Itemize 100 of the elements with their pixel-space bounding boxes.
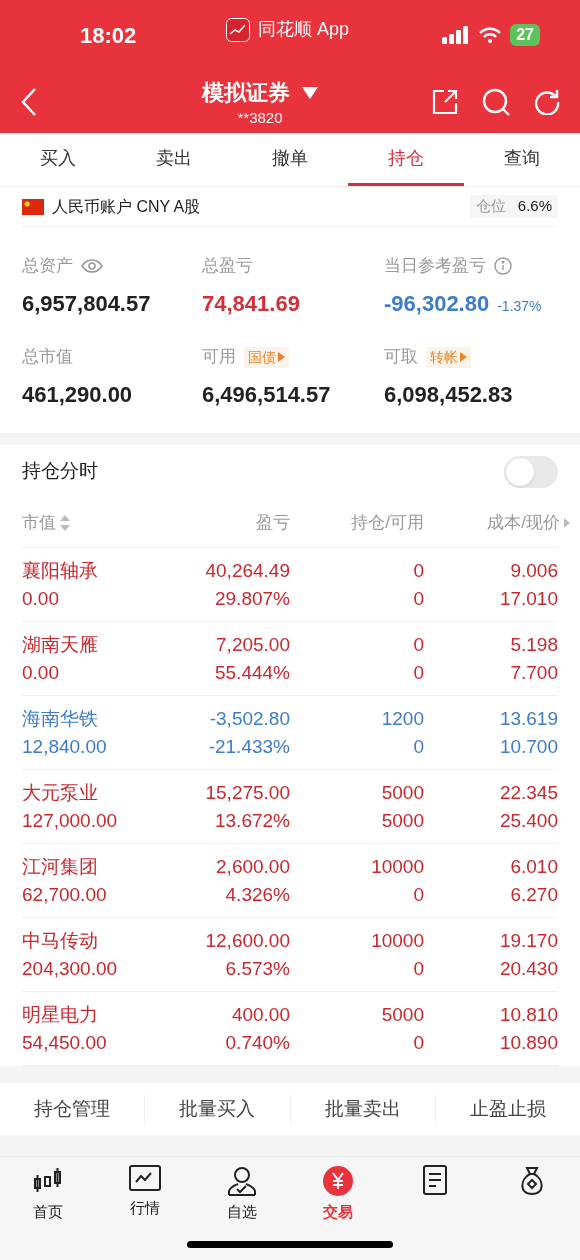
table-cell-text: 明星电力 bbox=[22, 1002, 99, 1027]
change-percent: -1.37% bbox=[497, 297, 542, 316]
summary-label: 当日参考盈亏 bbox=[384, 255, 486, 278]
toggle-switch[interactable] bbox=[504, 455, 558, 488]
summary-value: 6,957,804.57 bbox=[22, 290, 151, 318]
summary-label: 总盈亏 bbox=[202, 255, 253, 278]
table-cell-text: 1200 bbox=[380, 706, 424, 731]
table-cell-text: 6.270 bbox=[509, 882, 558, 907]
table-cell-text: 江河集团 bbox=[22, 854, 99, 879]
tab[interactable]: 买入 bbox=[0, 133, 116, 186]
tab[interactable]: 查询 bbox=[464, 133, 580, 186]
document-icon bbox=[421, 1165, 449, 1197]
table-cell-text: 湖南天雁 bbox=[22, 632, 99, 657]
table-cell-text: 10.810 bbox=[498, 1002, 558, 1027]
account-type: 人民币账户 CNY A股 bbox=[52, 196, 201, 217]
table-cell-text: 10000 bbox=[370, 854, 424, 879]
position-badge: 仓位 6.6% bbox=[469, 195, 558, 218]
summary-value: 74,841.69 bbox=[202, 290, 300, 318]
table-cell-text: 17.010 bbox=[498, 586, 558, 611]
account-number: **3820 bbox=[237, 109, 283, 127]
summary-label: 可用 bbox=[202, 346, 236, 369]
table-cell-text: 0 bbox=[412, 734, 424, 759]
table-cell-text: 0 bbox=[412, 586, 424, 611]
table-cell-text: 10.700 bbox=[498, 734, 558, 759]
nav-tab[interactable]: 自选 bbox=[193, 1165, 290, 1227]
nav-tab[interactable]: 交易 bbox=[290, 1165, 387, 1227]
caret-right-icon bbox=[278, 352, 285, 362]
table-cell-text: 13.672% bbox=[214, 808, 290, 833]
table-cell-text: 0 bbox=[412, 956, 424, 981]
summary-value: 6,496,514.57 bbox=[202, 381, 331, 409]
table-cell-text: 7.700 bbox=[509, 660, 558, 685]
line-chart-icon bbox=[129, 1165, 161, 1193]
tab[interactable]: 卖出 bbox=[116, 133, 232, 186]
nav-tab[interactable]: 行情 bbox=[96, 1165, 194, 1227]
table-cell-text: 12,840.00 bbox=[22, 734, 108, 759]
table-cell-text: 5.198 bbox=[509, 632, 558, 657]
column-header: 持仓/可用 bbox=[350, 511, 424, 534]
summary-label: 可取 bbox=[384, 346, 418, 369]
table-cell-text: -21.433% bbox=[207, 734, 290, 759]
table-cell-text: 0.740% bbox=[224, 1030, 290, 1055]
search-icon[interactable] bbox=[482, 87, 510, 116]
action-button[interactable]: 持仓管理 bbox=[0, 1094, 145, 1124]
action-button[interactable]: 批量卖出 bbox=[289, 1094, 435, 1124]
battery-indicator: 27 bbox=[510, 24, 540, 46]
status-time: 18:02 bbox=[80, 21, 137, 50]
column-header: 成本/现价 bbox=[487, 511, 560, 534]
eye-icon[interactable] bbox=[81, 258, 103, 274]
summary-value: 461,290.00 bbox=[22, 381, 133, 409]
table-cell-text: 5000 bbox=[380, 1002, 424, 1027]
user-check-icon bbox=[225, 1165, 258, 1197]
table-cell-text: 襄阳轴承 bbox=[22, 558, 99, 583]
table-cell-text: 0 bbox=[412, 1030, 424, 1055]
table-cell-text: 6.010 bbox=[509, 854, 558, 879]
summary-value: -96,302.80 bbox=[384, 290, 490, 318]
dropdown-icon[interactable] bbox=[302, 86, 318, 99]
table-cell-text: 13.619 bbox=[498, 706, 558, 731]
back-icon[interactable] bbox=[20, 86, 38, 117]
table-cell-text: 大元泵业 bbox=[22, 780, 99, 805]
table-cell-text: 6.573% bbox=[224, 956, 290, 981]
table-cell-text: 0.00 bbox=[22, 660, 60, 685]
table-cell-text: -3,502.80 bbox=[208, 706, 290, 731]
table-cell-text: 0 bbox=[412, 558, 424, 583]
table-cell-text: 25.400 bbox=[498, 808, 558, 833]
column-header: 盈亏 bbox=[255, 511, 290, 534]
tab[interactable]: 撤单 bbox=[232, 133, 348, 186]
nav-tab[interactable]: 首页 bbox=[0, 1165, 97, 1227]
table-cell-text: 12,600.00 bbox=[204, 928, 290, 953]
table-cell-text: 10000 bbox=[370, 928, 424, 953]
table-cell-text: 0.00 bbox=[22, 586, 60, 611]
table-cell-text: 127,000.00 bbox=[22, 808, 119, 833]
table-cell-text: 15,275.00 bbox=[204, 780, 290, 805]
info-icon[interactable] bbox=[494, 257, 512, 275]
table-cell-text: 9.006 bbox=[509, 558, 558, 583]
signal-icon bbox=[442, 26, 471, 44]
flag-icon bbox=[22, 198, 44, 215]
table-cell-text: 0 bbox=[412, 660, 424, 685]
table-cell-text: 40,264.49 bbox=[204, 558, 290, 583]
page-title[interactable]: 模拟证券 bbox=[202, 76, 290, 109]
caret-right-icon bbox=[460, 352, 467, 362]
table-cell-text: 5000 bbox=[380, 780, 424, 805]
refresh-icon[interactable] bbox=[534, 88, 560, 115]
table-cell-text: 5000 bbox=[380, 808, 424, 833]
table-cell-text: 55.444% bbox=[214, 660, 290, 685]
return-app-label[interactable]: 同花顺 App bbox=[258, 16, 350, 43]
table-cell-text: 204,300.00 bbox=[22, 956, 119, 981]
wifi-icon bbox=[478, 26, 503, 44]
share-icon[interactable] bbox=[432, 88, 458, 115]
table-cell-text: 7,205.00 bbox=[215, 632, 290, 657]
table-cell-text: 400.00 bbox=[230, 1002, 290, 1027]
summary-value: 6,098,452.83 bbox=[384, 381, 513, 409]
table-cell-text: 海南华铁 bbox=[22, 706, 99, 731]
table-cell-text: 20.430 bbox=[498, 956, 558, 981]
action-button[interactable]: 批量买入 bbox=[144, 1094, 290, 1124]
table-cell-text: 0 bbox=[412, 882, 424, 907]
table-cell-text: 10.890 bbox=[498, 1030, 558, 1055]
table-cell-text: 62,700.00 bbox=[22, 882, 108, 907]
action-button[interactable]: 止盈止损 bbox=[434, 1094, 580, 1124]
table-cell-text: 4.326% bbox=[224, 882, 290, 907]
yuan-icon bbox=[322, 1165, 355, 1197]
summary-label: 总资产 bbox=[22, 255, 73, 278]
